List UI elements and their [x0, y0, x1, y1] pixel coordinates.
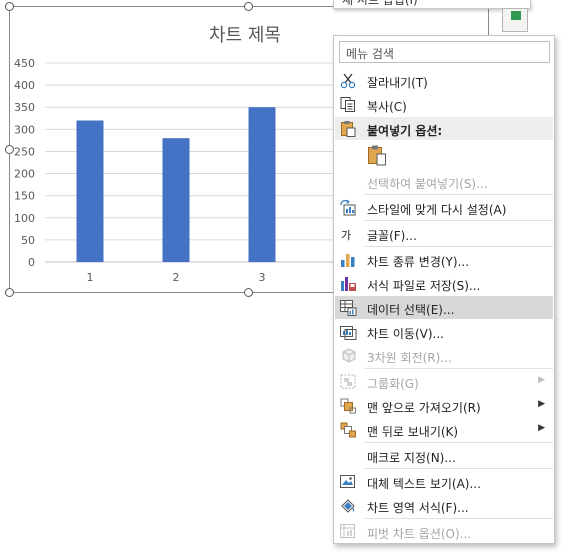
menu-item-group[interactable]: 그룹화(G) ▶	[335, 370, 553, 393]
menu-separator	[364, 442, 553, 443]
menu-item-label: 선택하여 붙여넣기(S)...	[367, 177, 488, 191]
resize-handle-top-left[interactable]	[5, 2, 14, 11]
resize-handle-top[interactable]	[244, 2, 253, 11]
clipboard-icon	[341, 121, 356, 137]
bar	[248, 107, 276, 262]
submenu-arrow-icon: ▶	[538, 423, 545, 433]
x-tick-label: 3	[259, 271, 266, 284]
menu-item-label: 그룹화(G)	[367, 377, 419, 391]
y-tick-label: 100	[14, 212, 35, 225]
bar	[162, 138, 190, 262]
menu-item-label: 잘라내기(T)	[367, 76, 428, 90]
menu-separator	[364, 246, 553, 247]
3d-rotation-icon	[342, 348, 356, 363]
menu-item-label: 매크로 지정(N)...	[367, 451, 456, 465]
menu-item-change-chart-type[interactable]: 차트 종류 변경(Y)...	[335, 248, 553, 271]
y-tick-label: 150	[14, 190, 35, 203]
menu-item-cut[interactable]: 잘라내기(T)	[335, 69, 553, 92]
resize-handle-bottom[interactable]	[244, 288, 253, 297]
menu-item-label: 복사(C)	[367, 100, 407, 114]
menu-item-label: 차트 종류 변경(Y)...	[367, 255, 470, 269]
menu-item-label: 맨 뒤로 보내기(K)	[367, 425, 459, 439]
send-to-back-icon	[340, 422, 356, 438]
menu-item-label: 차트 이동(V)...	[367, 327, 444, 341]
menu-item-label: 피벗 차트 옵션(O)...	[367, 527, 472, 541]
y-tick-label: 0	[28, 256, 35, 269]
pivot-chart-options-icon	[340, 524, 355, 538]
x-tick-label: 1	[87, 271, 94, 284]
y-tick-label: 350	[14, 101, 35, 114]
menu-item-reset-style[interactable]: 스타일에 맞게 다시 설정(A)	[335, 196, 553, 219]
context-menu: 메뉴 검색 잘라내기(T) 복사(C) 붙여넣기 옵션: 선택하여 붙여넣기(S…	[333, 35, 555, 544]
y-tick-label: 400	[14, 79, 35, 92]
menu-item-send-to-back[interactable]: 맨 뒤로 보내기(K) ▶	[335, 418, 553, 441]
menu-search-input[interactable]: 메뉴 검색	[339, 41, 550, 63]
menu-item-select-data[interactable]: 데이터 선택(E)...	[335, 296, 553, 319]
menu-item-format-chart-area[interactable]: 차트 영역 서식(F)...	[335, 494, 553, 517]
reset-style-icon	[340, 199, 356, 216]
menu-item-copy[interactable]: 복사(C)	[335, 93, 553, 116]
menu-item-label: 데이터 선택(E)...	[367, 303, 455, 317]
paste-icon	[368, 145, 386, 166]
resize-handle-left[interactable]	[5, 145, 14, 154]
bar	[76, 120, 104, 262]
menu-item-label: 차트 영역 서식(F)...	[367, 501, 469, 515]
menu-item-pivot-chart-options[interactable]: 피벗 차트 옵션(O)...	[335, 520, 553, 543]
y-tick-label: 50	[21, 234, 35, 247]
menu-item-paste-special[interactable]: 선택하여 붙여넣기(S)...	[335, 170, 553, 193]
plus-icon	[511, 11, 521, 20]
paste-options-header: 붙여넣기 옵션:	[335, 117, 553, 140]
submenu-arrow-icon: ▶	[538, 375, 545, 385]
menu-separator	[364, 368, 553, 369]
submenu-arrow-icon: ▶	[538, 399, 545, 409]
menu-item-bring-to-front[interactable]: 맨 앞으로 가져오기(R) ▶	[335, 394, 553, 417]
bring-to-front-icon	[340, 398, 356, 414]
menu-item-label: 스타일에 맞게 다시 설정(A)	[367, 203, 507, 217]
group-icon	[340, 374, 356, 389]
scissors-icon	[340, 73, 356, 89]
menu-item-label: 대체 텍스트 보기(A)...	[367, 477, 481, 491]
y-tick-label: 200	[14, 168, 35, 181]
y-tick-label: 450	[14, 57, 35, 70]
alt-text-icon	[340, 475, 355, 488]
save-template-icon	[341, 277, 356, 291]
y-tick-label: 300	[14, 123, 35, 136]
menu-item-label: 붙여넣기 옵션:	[367, 124, 443, 138]
menu-separator	[364, 518, 553, 519]
paste-option-keep[interactable]	[335, 141, 553, 171]
menu-item-3d-rotation[interactable]: 3차원 회전(R)...	[335, 344, 553, 367]
font-icon: 가	[341, 229, 352, 242]
move-chart-icon	[340, 326, 357, 340]
resize-handle-bottom-left[interactable]	[5, 288, 14, 297]
menu-item-label: 맨 앞으로 가져오기(R)	[367, 401, 481, 415]
menu-item-label: 3차원 회전(R)...	[367, 351, 452, 365]
chart-elements-button[interactable]	[502, 8, 528, 32]
menu-item-label: 서식 파일로 저장(S)...	[367, 279, 481, 293]
menu-item-save-template[interactable]: 서식 파일로 저장(S)...	[335, 272, 553, 295]
menu-separator	[364, 220, 553, 221]
menu-separator	[364, 194, 553, 195]
y-tick-label: 250	[14, 145, 35, 158]
partial-menu-label: 새 시트 삽입(I)	[342, 0, 418, 7]
menu-item-label: 글꼴(F)...	[367, 229, 417, 243]
copy-icon	[340, 97, 355, 112]
change-chart-type-icon	[341, 254, 355, 267]
menu-item-font[interactable]: 가 글꼴(F)...	[335, 222, 553, 245]
menu-item-alt-text[interactable]: 대체 텍스트 보기(A)...	[335, 470, 553, 493]
x-tick-label: 2	[173, 271, 180, 284]
menu-separator	[364, 468, 553, 469]
format-chart-area-icon	[341, 499, 355, 513]
menu-item-assign-macro[interactable]: 매크로 지정(N)...	[335, 444, 553, 467]
select-data-icon	[340, 300, 357, 316]
menu-item-move-chart[interactable]: 차트 이동(V)...	[335, 320, 553, 343]
